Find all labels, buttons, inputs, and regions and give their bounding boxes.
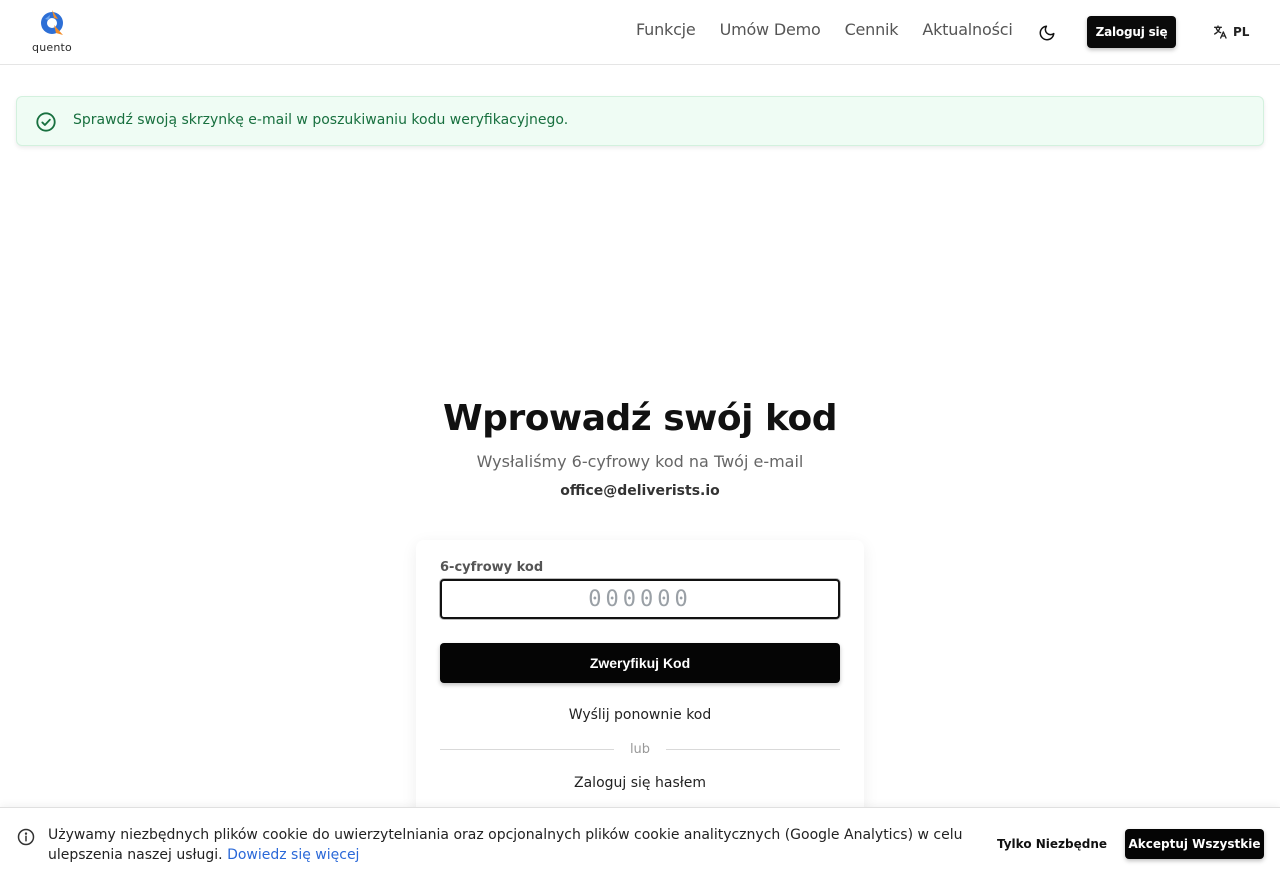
nav-item-cennik[interactable]: Cennik [845, 20, 899, 39]
page-subtitle: Wysłaliśmy 6-cyfrowy kod na Twój e-mail [476, 452, 804, 471]
page-title: Wprowadź swój kod [442, 398, 838, 439]
accept-all-button[interactable]: Akceptuj Wszystkie [1125, 829, 1264, 859]
login-button[interactable]: Zaloguj się [1087, 16, 1176, 48]
code-field-label: 6-cyfrowy kod [440, 560, 544, 575]
verification-card: 6-cyfrowy kod Zweryfikuj Kod Wyślij pono… [416, 540, 864, 840]
necessary-only-button[interactable]: Tylko Niezbędne [992, 829, 1112, 859]
check-circle-icon [36, 112, 56, 132]
divider-line-right [666, 749, 840, 750]
cookie-message: Używamy niezbędnych plików cookie do uwi… [48, 825, 988, 865]
resend-code-link[interactable]: Wyślij ponownie kod [416, 707, 864, 723]
language-switcher[interactable]: PL [1212, 22, 1249, 42]
logo-text: quento [32, 41, 72, 54]
code-input[interactable] [440, 579, 840, 619]
cookie-text: Używamy niezbędnych plików cookie do uwi… [48, 827, 963, 863]
verify-code-button[interactable]: Zweryfikuj Kod [440, 643, 840, 683]
cookie-banner: Używamy niezbędnych plików cookie do uwi… [0, 807, 1280, 880]
info-icon [17, 828, 35, 846]
nav-item-umow-demo[interactable]: Umów Demo [720, 20, 821, 39]
alert-message: Sprawdź swoją skrzynkę e-mail w poszukiw… [73, 112, 569, 128]
nav-item-aktualnosci[interactable]: Aktualności [922, 20, 1012, 39]
success-alert: Sprawdź swoją skrzynkę e-mail w poszukiw… [16, 96, 1264, 146]
top-navbar: quento Funkcje Umów Demo Cennik Aktualno… [0, 0, 1280, 65]
or-divider: lub [440, 740, 840, 760]
target-email: office@deliverists.io [560, 483, 720, 499]
language-label: PL [1233, 25, 1250, 39]
learn-more-link[interactable]: Dowiedz się więcej [227, 847, 359, 863]
moon-icon [1039, 25, 1055, 41]
main-nav: Funkcje Umów Demo Cennik Aktualności [636, 20, 1013, 39]
theme-toggle-button[interactable] [1034, 20, 1060, 46]
password-login-link[interactable]: Zaloguj się hasłem [416, 775, 864, 791]
logo-mark-icon [41, 10, 63, 35]
translate-icon [1214, 25, 1227, 39]
quento-logo[interactable]: quento [32, 7, 72, 55]
nav-item-funkcje[interactable]: Funkcje [636, 20, 696, 39]
